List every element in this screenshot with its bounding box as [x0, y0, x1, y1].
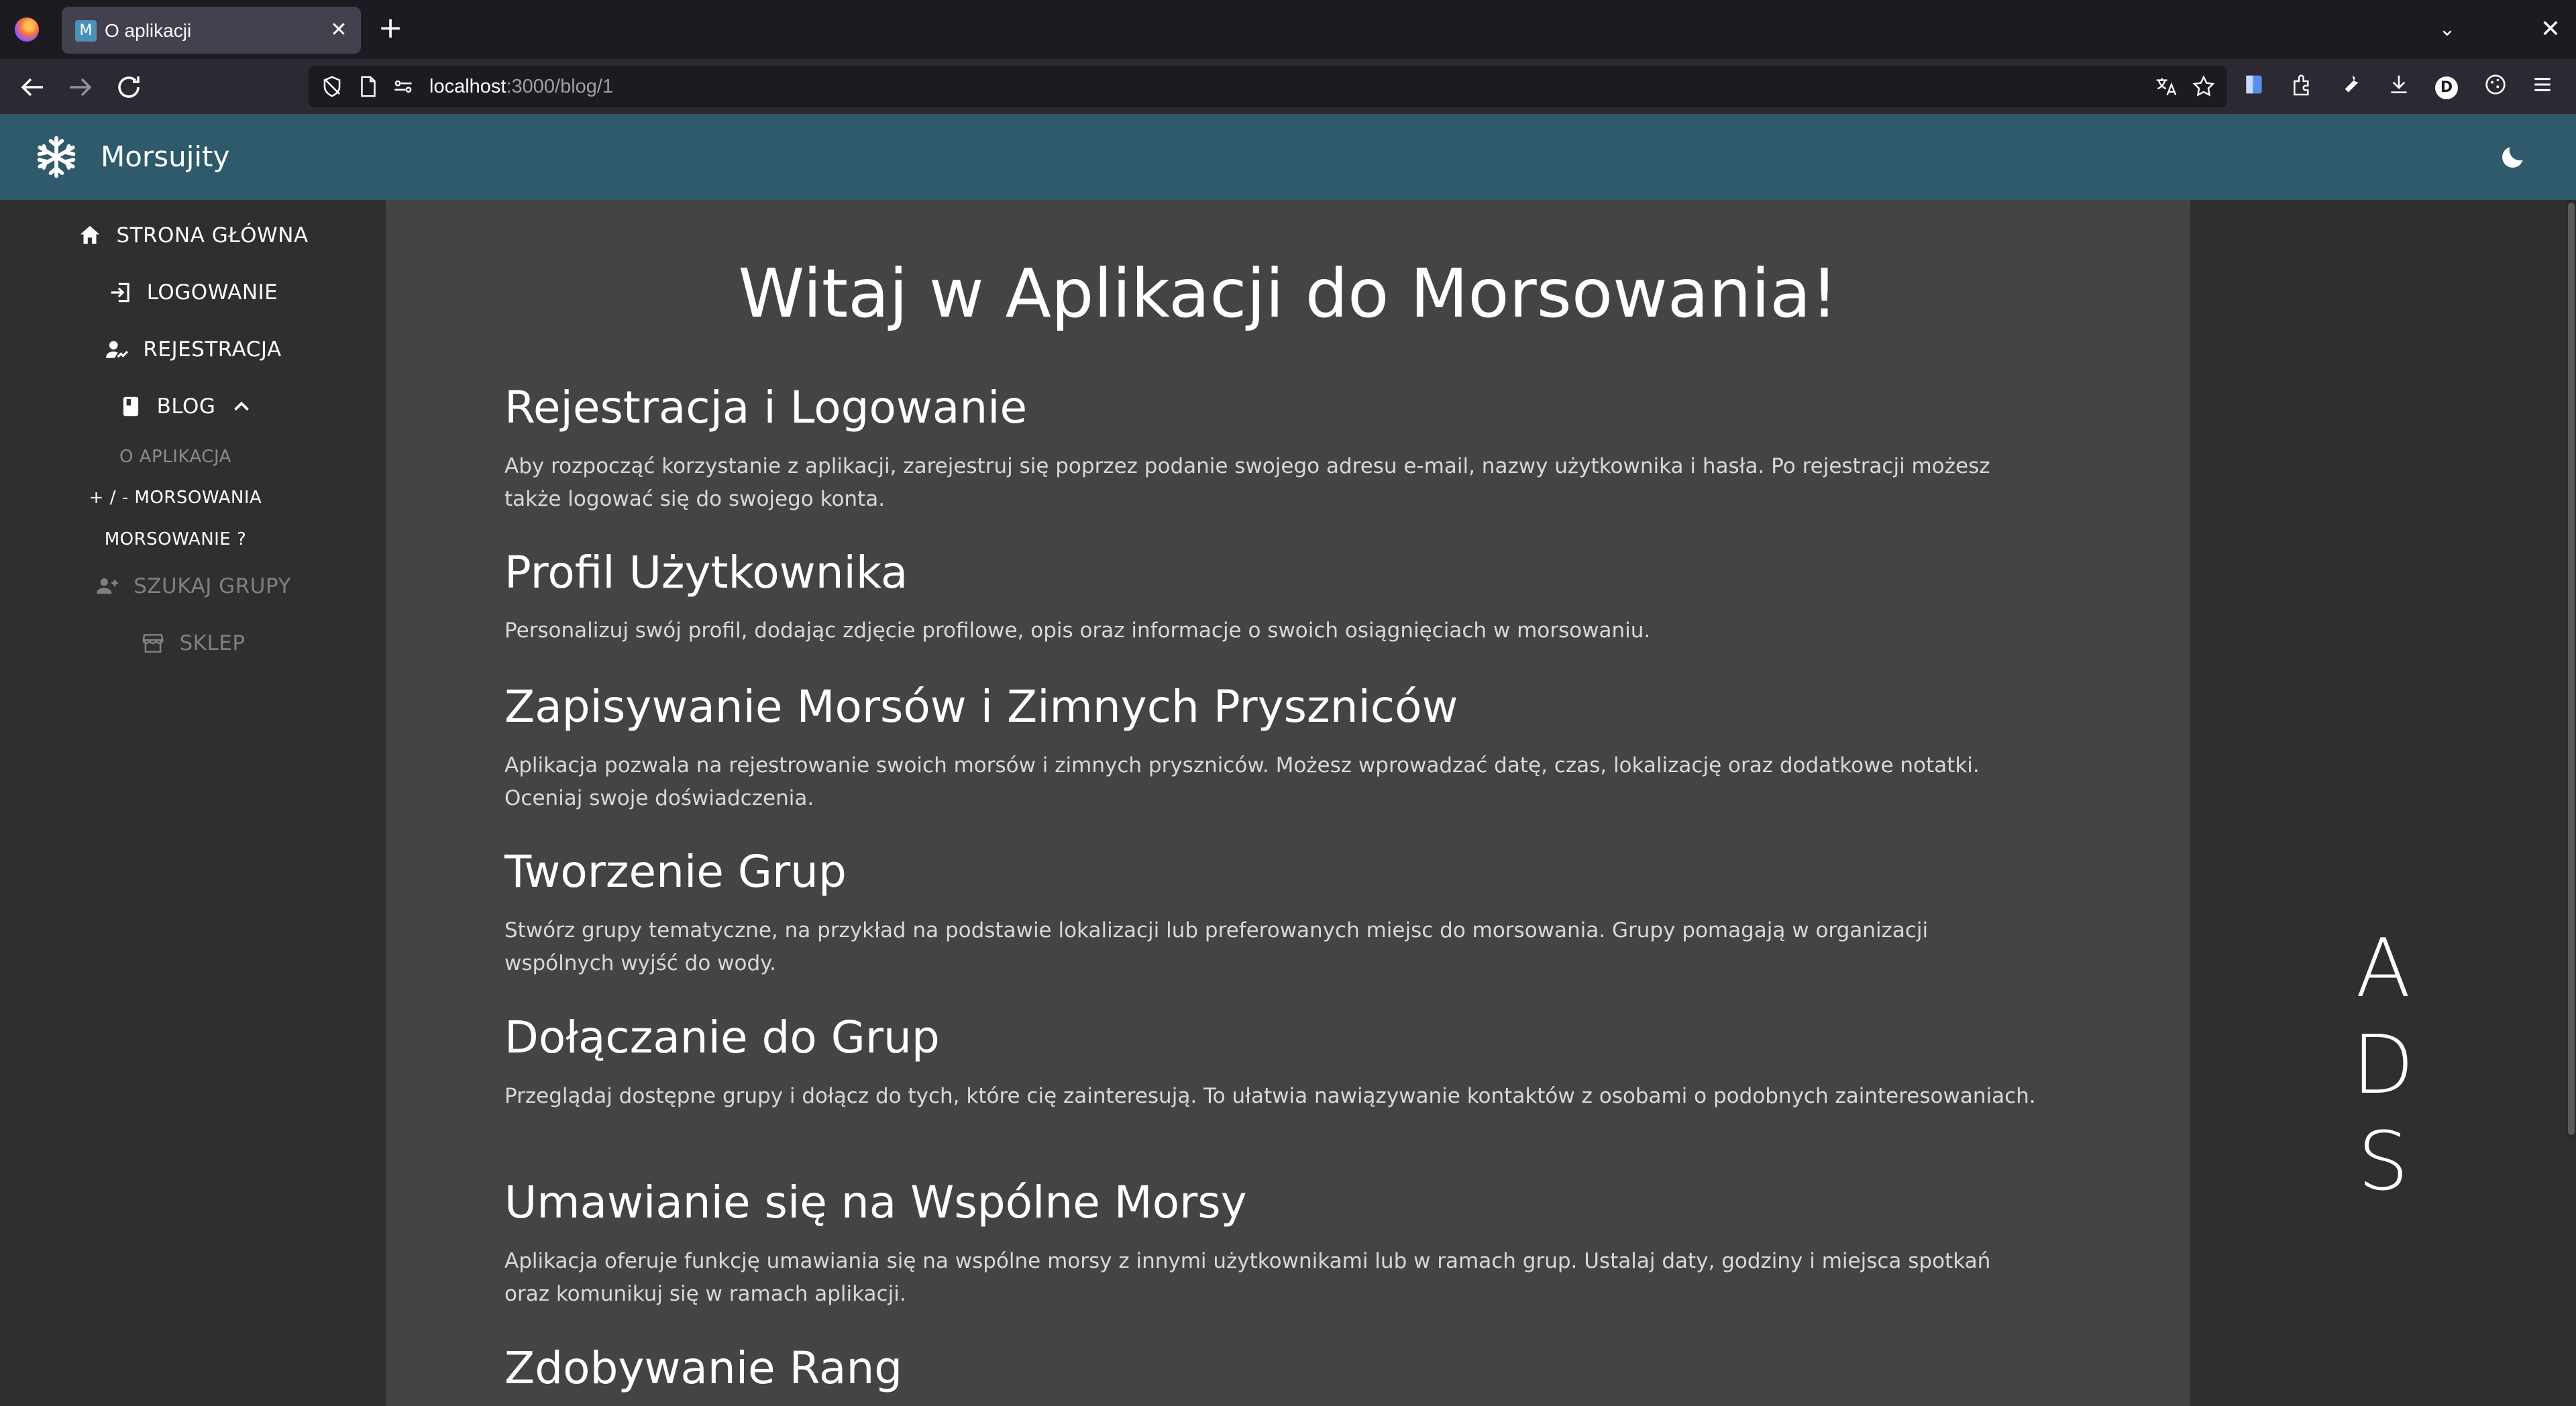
forward-arrow-icon[interactable]: [64, 71, 97, 103]
browser-tab-bar: M O aplikacji ✕ + ⌄ ✕: [0, 0, 2576, 59]
register-icon: [106, 341, 129, 358]
url-bar[interactable]: localhost:3000/blog/1: [309, 66, 2227, 107]
sidebar-item-label: STRONA GŁÓWNA: [116, 223, 309, 248]
cookie-icon[interactable]: [2479, 71, 2512, 103]
app-name[interactable]: Morsujity: [101, 114, 229, 200]
url-host: localhost: [429, 76, 506, 97]
main-content: Witaj w Aplikacji do Morsowania! Rejestr…: [386, 200, 2190, 1406]
home-icon: [80, 225, 100, 244]
wrench-icon[interactable]: [2334, 71, 2367, 103]
login-icon: [111, 282, 129, 303]
menu-icon[interactable]: [2526, 71, 2559, 103]
scrollbar[interactable]: [2567, 200, 2576, 1139]
snowflake-icon[interactable]: [34, 134, 79, 180]
extension-blue-icon[interactable]: [2238, 71, 2270, 103]
sidebar-item-label: REJESTRACJA: [143, 337, 282, 362]
window-close-icon[interactable]: ✕: [2536, 15, 2565, 44]
sidebar-item-label: LOGOWANIE: [146, 280, 278, 305]
sidebar-subitem-morsowanie[interactable]: MORSOWANIE ?: [0, 521, 368, 558]
close-icon[interactable]: ✕: [327, 19, 350, 42]
sidebar-item-search-group: SZUKAJ GRUPY: [0, 563, 386, 610]
section-text: Aplikacja oferuje funkcję umawiania się …: [504, 1249, 1991, 1306]
sidebar-item-label: BLOG: [156, 394, 216, 419]
ads-panel: A D S: [2190, 200, 2576, 1406]
book-icon: [123, 396, 138, 417]
translate-icon[interactable]: [2153, 74, 2179, 99]
group-add-icon: [97, 578, 118, 594]
section-heading: Rejestracja i Logowanie: [504, 382, 1028, 433]
section-heading: Zapisywanie Morsów i Zimnych Pryszniców: [504, 681, 1458, 733]
ads-letter: D: [2352, 1019, 2414, 1112]
section-heading: Umawianie się na Wspólne Morsy: [504, 1177, 1247, 1228]
page-icon[interactable]: [356, 74, 381, 99]
account-avatar[interactable]: D: [2435, 76, 2458, 99]
page-title: Witaj w Aplikacji do Morsowania!: [738, 254, 1838, 333]
section-heading: Profil Użytkownika: [504, 547, 908, 598]
new-tab-button[interactable]: +: [376, 13, 405, 44]
browser-nav-bar: localhost:3000/blog/1 D: [0, 59, 2576, 114]
section-text: Personalizuj swój profil, dodając zdjęci…: [504, 618, 1651, 643]
extensions-puzzle-icon[interactable]: [2286, 71, 2318, 103]
permissions-icon[interactable]: [390, 74, 416, 99]
ads-letter: S: [2357, 1116, 2409, 1209]
ads-letter: A: [2355, 922, 2411, 1016]
sidebar-item-label: SKLEP: [179, 631, 246, 655]
section-text: Przeglądaj dostępne grupy i dołącz do ty…: [504, 1084, 2036, 1108]
back-arrow-icon[interactable]: [16, 71, 48, 103]
section-text: Stwórz grupy tematyczne, na przykład na …: [504, 918, 1929, 975]
bookmark-star-icon[interactable]: [2191, 74, 2216, 99]
firefox-icon[interactable]: [15, 17, 39, 42]
tracking-shield-icon[interactable]: [319, 74, 345, 99]
ads-label: A D S: [2190, 921, 2576, 1211]
sidebar-item-blog[interactable]: BLOG: [0, 383, 386, 430]
sidebar-item-shop: SKLEP: [0, 620, 386, 667]
sidebar-item-label: SZUKAJ GRUPY: [133, 574, 291, 598]
scrollbar-thumb[interactable]: [2568, 203, 2575, 1135]
sidebar-subitem-o-aplikacja[interactable]: O APLIKACJA: [0, 438, 368, 476]
section-heading: Dołączanie do Grup: [504, 1012, 940, 1063]
moon-icon[interactable]: [2498, 142, 2528, 172]
tab-favicon-icon: M: [75, 20, 97, 42]
app-header: Morsujity: [0, 114, 2576, 200]
sidebar-item-home[interactable]: STRONA GŁÓWNA: [0, 212, 386, 259]
chevron-up-icon[interactable]: [229, 394, 254, 419]
download-icon[interactable]: [2383, 71, 2415, 103]
url-path: :3000/blog/1: [506, 76, 614, 97]
section-heading: Tworzenie Grup: [504, 846, 847, 898]
section-heading: Zdobywanie Rang: [504, 1342, 903, 1394]
sidebar-item-login[interactable]: LOGOWANIE: [0, 269, 386, 316]
url-text[interactable]: localhost:3000/blog/1: [429, 66, 613, 107]
web-page: Morsujity STRONA GŁÓWNA LOGOWANIE REJEST…: [0, 114, 2576, 1406]
store-icon: [142, 634, 164, 653]
tab-title: O aplikacji: [105, 20, 192, 41]
reload-icon[interactable]: [113, 71, 145, 103]
sidebar-subitem-plus-minus[interactable]: + / - MORSOWANIA: [0, 479, 368, 517]
sidebar-item-register[interactable]: REJESTRACJA: [0, 326, 386, 373]
chevron-down-icon[interactable]: ⌄: [2432, 16, 2462, 43]
browser-tab-active[interactable]: M O aplikacji ✕: [62, 7, 361, 54]
section-text: Aplikacja pozwala na rejestrowanie swoic…: [504, 753, 1980, 810]
sidebar: STRONA GŁÓWNA LOGOWANIE REJESTRACJA BLOG…: [0, 200, 386, 1406]
section-text: Aby rozpocząć korzystanie z aplikacji, z…: [504, 454, 1990, 511]
